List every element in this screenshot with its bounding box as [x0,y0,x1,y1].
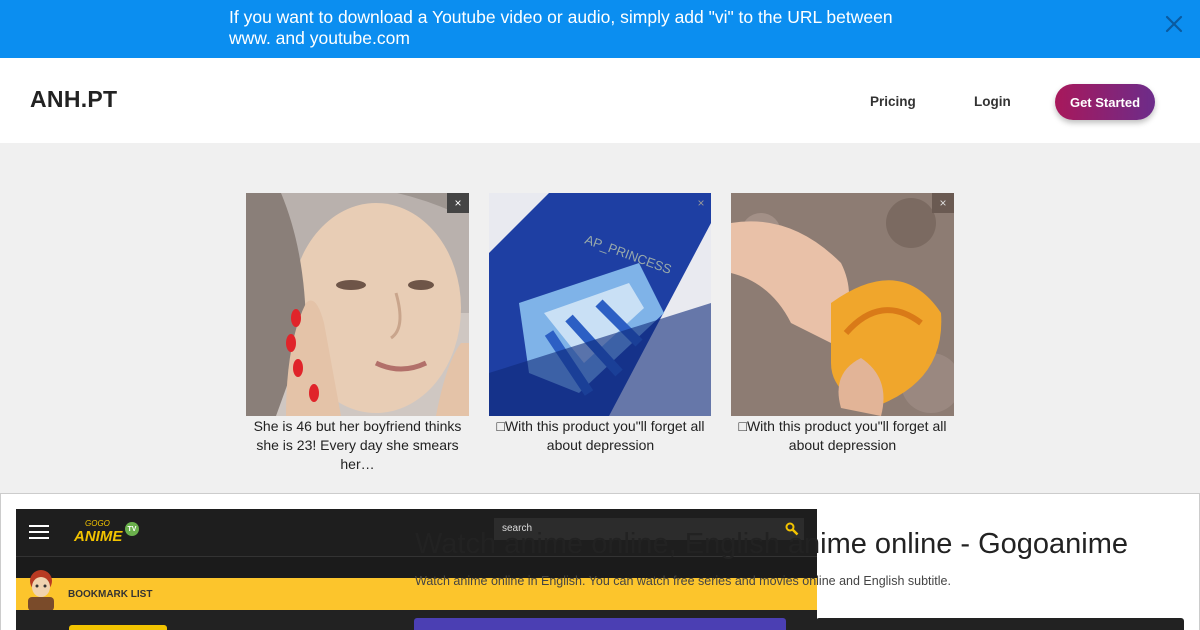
logo-main-text: ANIME [74,528,123,545]
nav-login-link[interactable]: Login [974,94,1011,109]
ad-close-icon[interactable]: × [447,193,469,213]
ad-close-icon[interactable]: × [932,193,954,213]
logo-badge: TV [125,522,139,536]
notification-banner: If you want to download a Youtube video … [0,0,1200,58]
ad-card[interactable]: × □With this product you"ll forget all a… [731,193,954,455]
preview-purple-button [414,618,786,630]
ad-image-peach-hand[interactable]: × [731,193,954,416]
ad-caption[interactable]: She is 46 but her boyfriend thinks she i… [246,417,469,474]
avatar [28,570,54,611]
ad-caption[interactable]: □With this product you"ll forget all abo… [489,417,712,455]
hamburger-menu-icon[interactable] [29,525,49,539]
gogoanime-logo[interactable]: GOGO ANIME TV [72,519,142,547]
site-logo[interactable]: ANH.PT [30,86,117,113]
ad-card[interactable]: × She is 46 but her boyfriend thinks she… [246,193,469,474]
ad-caption[interactable]: □With this product you"ll forget all abo… [731,417,954,455]
preview-title[interactable]: Watch anime online, English anime online… [415,528,1128,561]
preview-dark-button[interactable] [816,618,1184,630]
ad-image-blue-slime[interactable]: AP_PRINCESS × [489,193,712,416]
ad-close-icon[interactable]: × [690,193,712,213]
link-preview-card[interactable]: GOGO ANIME TV search BOOKMARK LIST [0,493,1200,630]
banner-message: If you want to download a Youtube video … [229,7,893,48]
bookmark-list-label: BOOKMARK LIST [68,589,153,600]
nav-pricing-link[interactable]: Pricing [870,94,916,109]
preview-pill [69,625,167,630]
navbar: ANH.PT Pricing Login Get Started [0,58,1200,143]
get-started-button[interactable]: Get Started [1055,84,1155,120]
preview-description: Watch anime online in English. You can w… [415,574,951,588]
preview-content-strip [16,610,817,630]
close-icon[interactable] [1164,14,1184,34]
ad-image-woman-face[interactable]: × [246,193,469,416]
ad-card[interactable]: AP_PRINCESS × □With this product you"ll … [489,193,712,455]
logo-small-text: GOGO [85,519,110,528]
